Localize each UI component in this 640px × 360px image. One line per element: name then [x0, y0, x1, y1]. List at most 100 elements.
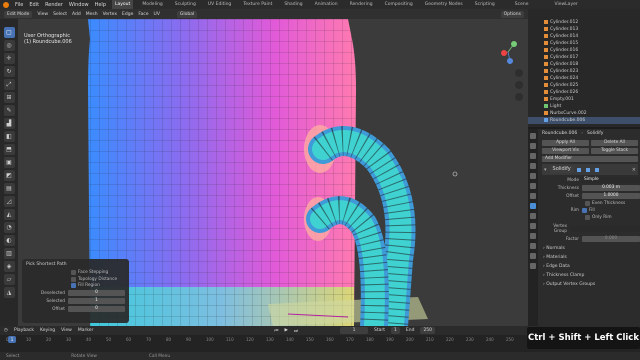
edit-mode-toggle-icon[interactable]: [576, 167, 581, 172]
outliner-item[interactable]: Cylinder.024: [528, 75, 640, 82]
playhead[interactable]: 1: [8, 336, 16, 343]
section-materials[interactable]: › Materials: [540, 253, 640, 262]
section-thickness-clamp[interactable]: › Thickness Clamp: [540, 271, 640, 280]
checkbox-checked-icon[interactable]: [582, 208, 587, 213]
spin-tool-icon[interactable]: ◔: [3, 222, 15, 233]
viewport-toggle-icon[interactable]: [585, 167, 590, 172]
bevel-tool-icon[interactable]: ◩: [3, 170, 15, 181]
chevron-down-icon[interactable]: ▾: [544, 167, 547, 173]
orientation-dropdown[interactable]: Global: [176, 10, 198, 18]
shear-tool-icon[interactable]: ▱: [3, 274, 15, 285]
loop-cut-tool-icon[interactable]: ▤: [3, 183, 15, 194]
particles-tab-icon[interactable]: [530, 213, 536, 219]
output-tab-icon[interactable]: [530, 153, 536, 159]
scene-tab-icon[interactable]: [530, 173, 536, 179]
thickness-input[interactable]: 0.003 m: [582, 185, 640, 191]
modifier-name-field[interactable]: Solidify: [549, 166, 574, 173]
last-operator-panel[interactable]: Pick Shortest Path Face Stepping Topolog…: [22, 259, 129, 323]
outliner-item[interactable]: Cylinder.025: [528, 82, 640, 89]
menu-help[interactable]: Help: [95, 2, 106, 8]
menu-add[interactable]: Add: [72, 12, 81, 17]
fill-checkbox[interactable]: Fill: [582, 208, 595, 213]
knife-tool-icon[interactable]: ◿: [3, 196, 15, 207]
apply-all-button[interactable]: Apply All: [542, 140, 589, 146]
tool-tab-icon[interactable]: [530, 133, 536, 139]
view-layer-tab-icon[interactable]: [530, 163, 536, 169]
checkbox-box-icon[interactable]: [585, 215, 590, 220]
checkbox-box-icon[interactable]: [71, 276, 76, 282]
texture-tab-icon[interactable]: [530, 263, 536, 269]
outliner-item[interactable]: Cylinder.015: [528, 40, 640, 47]
section-normals[interactable]: › Normals: [540, 244, 640, 253]
selected-input[interactable]: 1: [68, 298, 125, 304]
smooth-tool-icon[interactable]: ◐: [3, 235, 15, 246]
rip-tool-icon[interactable]: ◮: [3, 287, 15, 298]
measure-tool-icon[interactable]: ▟: [3, 118, 15, 129]
menu-edge[interactable]: Edge: [122, 12, 133, 17]
jump-start-icon[interactable]: ⏮: [274, 328, 278, 334]
select-box-tool-icon[interactable]: ▢: [3, 27, 15, 38]
topology-distance-checkbox[interactable]: Topology Distance: [71, 276, 125, 282]
view-layer-selector[interactable]: ViewLayer: [552, 0, 581, 9]
workspace-tab-modeling[interactable]: Modeling: [139, 0, 165, 9]
menu-marker[interactable]: Marker: [78, 328, 94, 333]
options-dropdown[interactable]: Options: [500, 10, 524, 18]
scale-tool-icon[interactable]: ⤢: [3, 79, 15, 90]
menu-view[interactable]: View: [37, 12, 48, 17]
outliner-item-selected[interactable]: Roundcube.006: [528, 117, 640, 124]
annotate-tool-icon[interactable]: ✎: [3, 105, 15, 116]
jump-end-icon[interactable]: ⏭: [294, 328, 298, 334]
delete-all-button[interactable]: Delete All: [591, 140, 638, 146]
outliner-item[interactable]: Cylinder.026: [528, 89, 640, 96]
menu-timeline-view[interactable]: View: [61, 328, 72, 333]
face-stepping-checkbox[interactable]: Face Stepping: [71, 270, 125, 275]
modifier-tab-icon[interactable]: [530, 203, 536, 209]
outliner-item[interactable]: Cylinder.018: [528, 61, 640, 68]
menu-file[interactable]: File: [15, 2, 23, 8]
section-output-vertex-groups[interactable]: › Output Vertex Groups: [540, 280, 640, 289]
menu-mesh[interactable]: Mesh: [86, 12, 98, 17]
factor-input[interactable]: 0.000: [582, 236, 640, 242]
menu-window[interactable]: Window: [69, 2, 89, 8]
checkbox-checked-icon[interactable]: [71, 283, 76, 288]
menu-uv[interactable]: UV: [154, 12, 160, 17]
physics-tab-icon[interactable]: [530, 223, 536, 229]
poly-build-tool-icon[interactable]: ◭: [3, 209, 15, 220]
outliner-item[interactable]: Cylinder.012: [528, 19, 640, 26]
render-tab-icon[interactable]: [530, 143, 536, 149]
workspace-tab-compositing[interactable]: Compositing: [382, 0, 416, 9]
workspace-tab-texture-paint[interactable]: Texture Paint: [240, 0, 275, 9]
rotate-tool-icon[interactable]: ↻: [3, 66, 15, 77]
offset-input[interactable]: 1.0000: [582, 193, 640, 199]
outliner-item[interactable]: NurbsCurve.002: [528, 110, 640, 117]
outliner-item[interactable]: Cylinder.017: [528, 54, 640, 61]
scene-selector[interactable]: Scene: [512, 0, 532, 9]
vertex-group-input[interactable]: [570, 226, 640, 232]
workspace-tab-rendering[interactable]: Rendering: [347, 0, 376, 9]
current-frame-input[interactable]: 1: [340, 327, 368, 334]
render-toggle-icon[interactable]: [594, 167, 599, 172]
outliner[interactable]: Cylinder.012 Cylinder.013 Cylinder.014 C…: [528, 9, 640, 127]
move-tool-icon[interactable]: ✛: [3, 53, 15, 64]
toggle-stack-button[interactable]: Toggle Stack: [591, 148, 638, 154]
menu-render[interactable]: Render: [45, 2, 63, 8]
modifier-header[interactable]: ▾ Solidify ×: [542, 164, 638, 175]
menu-keying[interactable]: Keying: [40, 328, 55, 333]
inset-tool-icon[interactable]: ▣: [3, 157, 15, 168]
object-tab-icon[interactable]: [530, 193, 536, 199]
menu-face[interactable]: Face: [138, 12, 148, 17]
viewport-vis-button[interactable]: Viewport Vis: [542, 148, 589, 154]
workspace-tab-geometry-nodes[interactable]: Geometry Nodes: [422, 0, 466, 9]
add-cube-tool-icon[interactable]: ◧: [3, 131, 15, 142]
add-modifier-button[interactable]: Add Modifier: [542, 156, 638, 162]
timeline-editor-icon[interactable]: ◷: [4, 328, 8, 333]
operator-panel-title[interactable]: Pick Shortest Path: [26, 262, 125, 267]
mode-dropdown[interactable]: Edit Mode: [4, 10, 33, 18]
play-icon[interactable]: ▶: [284, 328, 287, 333]
workspace-tab-shading[interactable]: Shading: [281, 0, 305, 9]
deselected-input[interactable]: 0: [68, 290, 125, 296]
menu-edit[interactable]: Edit: [29, 2, 39, 8]
cursor-tool-icon[interactable]: ◎: [3, 40, 15, 51]
close-icon[interactable]: ×: [632, 167, 636, 173]
properties-editor[interactable]: Roundcube.006 › Solidify Apply All Delet…: [528, 129, 640, 326]
